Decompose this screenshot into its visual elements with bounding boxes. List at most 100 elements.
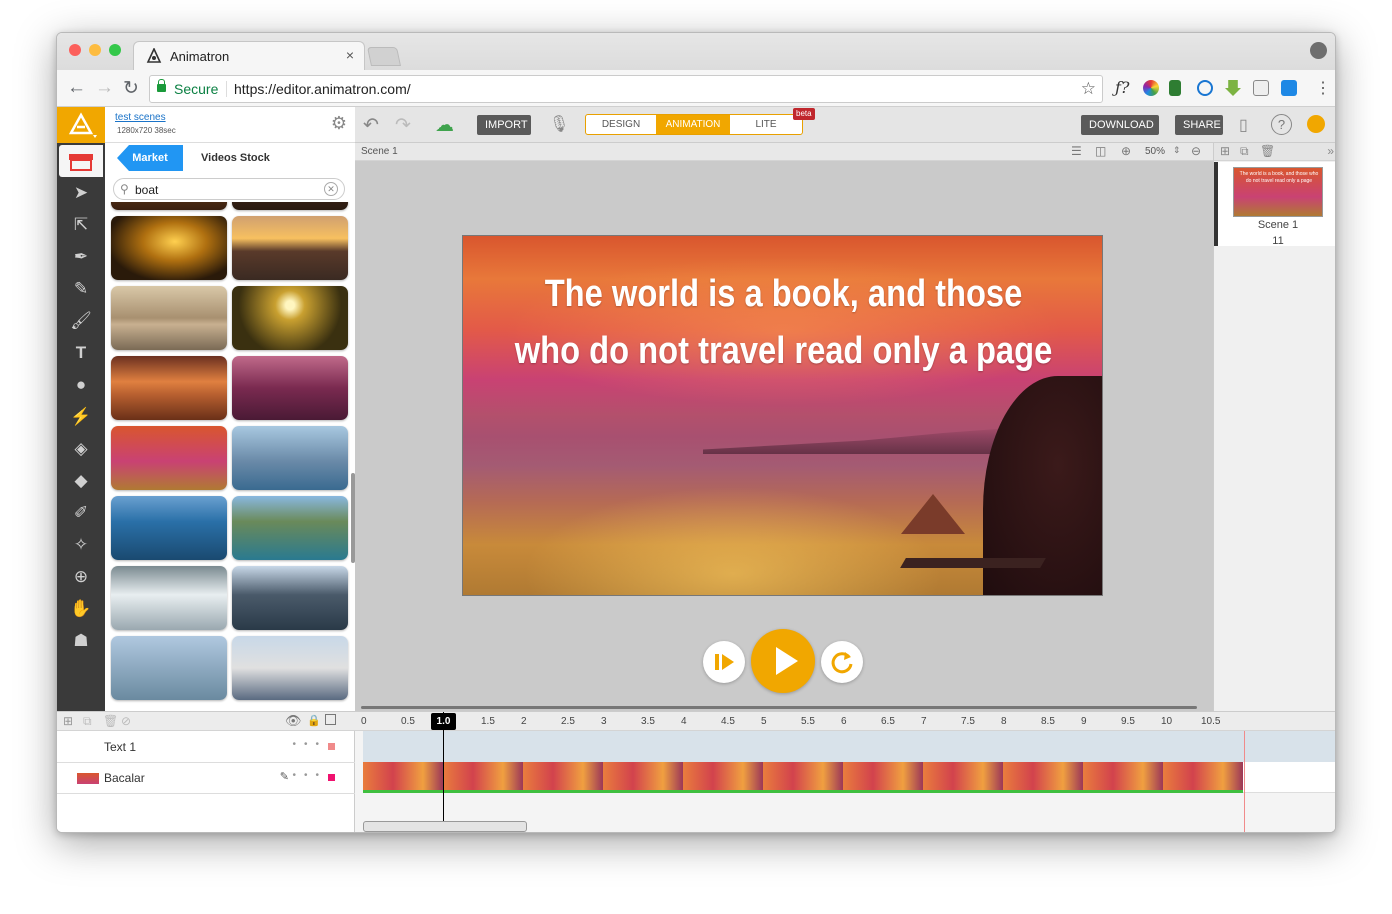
fx-extension-icon[interactable]: ƒ? [1115,78,1130,97]
library-thumb[interactable] [111,636,227,700]
layer-dots[interactable]: ••• [292,739,327,750]
pen-tool-icon[interactable]: ✒ [57,247,105,267]
import-button[interactable]: IMPORT [477,115,531,135]
eraser-tool-icon[interactable]: ◆ [57,471,105,491]
layer-color-swatch[interactable] [328,774,335,781]
library-search-input[interactable]: ⚲ boat ✕ [113,178,345,200]
scene-stage[interactable]: The world is a book, and those who do no… [462,235,1103,596]
effects-tool-icon[interactable]: ⚡ [57,407,105,427]
timeline-scrollbar[interactable] [363,821,527,832]
library-thumb[interactable] [232,566,348,630]
close-window-button[interactable] [69,44,81,56]
group-layer-icon[interactable]: ⧉ [83,714,92,729]
url-text[interactable]: https://editor.animatron.com/ [234,81,411,97]
hand-tool-icon[interactable]: ✋ [57,599,105,619]
library-thumb[interactable] [111,286,227,350]
step-play-button[interactable] [703,641,745,683]
library-thumb[interactable] [232,216,348,280]
tab-videos-stock[interactable]: Videos Stock [201,152,270,164]
layer-dots[interactable]: ••• [292,770,327,781]
library-thumb[interactable] [111,566,227,630]
library-thumb[interactable] [232,202,348,210]
breadcrumb-scene[interactable]: Scene 1 [361,146,398,157]
help-icon[interactable]: ? [1271,114,1292,135]
delete-layer-icon[interactable]: 🗑 [103,714,118,728]
bookmark-star-icon[interactable]: ☆ [1081,79,1096,99]
add-layer-icon[interactable]: ⊞ [63,714,73,728]
maximize-window-button[interactable] [109,44,121,56]
delete-scene-icon[interactable]: 🗑 [1260,144,1275,158]
direct-select-icon[interactable]: ⇱ [57,215,105,235]
time-ruler[interactable]: 0 0.5 1.5 2 2.5 3 3.5 4 4.5 5 5.5 6 6.5 7 7.5 8 8.5 9 9.5 1… [355,712,1335,731]
mode-animation-tab[interactable]: ANIMATION [656,115,730,134]
add-scene-icon[interactable]: ⊞ [1220,144,1230,158]
animatron-logo-button[interactable] [57,107,105,143]
layer-name[interactable]: Bacalar [104,771,145,785]
arrange-icon[interactable]: ◫ [1095,144,1106,158]
library-thumb[interactable] [232,286,348,350]
align-icon[interactable]: ☰ [1071,144,1082,158]
cloud-upload-icon[interactable]: ☁ [435,114,454,137]
mode-design-tab[interactable]: DESIGN [586,115,656,134]
library-thumb[interactable] [111,216,227,280]
panel-toggle-icon[interactable]: ▯ [1239,115,1248,135]
color-picker-extension-icon[interactable] [1143,80,1159,96]
address-bar[interactable]: Secure https://editor.animatron.com/ ☆ [149,75,1103,103]
zoom-stepper-icon[interactable]: ⇕ [1173,145,1181,156]
user-avatar[interactable] [1307,115,1325,133]
playhead-time[interactable]: 1.0 [431,713,456,730]
clear-search-icon[interactable]: ✕ [324,182,338,196]
visibility-eye-icon[interactable]: 👁 [285,713,302,729]
share-extension-icon[interactable] [1281,80,1297,96]
library-thumb[interactable] [232,426,348,490]
undo-icon[interactable]: ↶ [363,114,379,137]
share-button[interactable]: SHARE [1175,115,1223,135]
library-thumb[interactable] [111,356,227,420]
text-tool-icon[interactable]: T [57,343,105,363]
library-thumb[interactable] [111,202,227,210]
tab-market[interactable]: Market [117,145,183,171]
text-layer-track[interactable] [363,731,1335,762]
play-button[interactable] [751,629,815,693]
microphone-icon[interactable]: 🎙 [549,114,569,134]
scene-item[interactable]: The world is a book, and those who do no… [1214,162,1335,247]
outline-toggle-icon[interactable] [325,714,336,725]
collapse-panel-icon[interactable]: » [1327,144,1334,158]
screen-extension-icon[interactable] [1253,80,1269,96]
stage-scrollbar[interactable] [361,706,1197,709]
zoom-out-icon[interactable]: ⊖ [1191,144,1201,158]
library-thumb[interactable] [232,356,348,420]
evernote-extension-icon[interactable] [1169,80,1181,96]
lock-layers-icon[interactable]: 🔒 [307,714,321,727]
mask-layer-icon[interactable]: ⊘ [121,714,131,728]
quote-text[interactable]: The world is a book, and those who do no… [508,266,1059,380]
duplicate-scene-icon[interactable]: ⧉ [1240,144,1249,159]
layer-row[interactable]: Text 1 ••• [57,732,355,763]
replay-button[interactable] [821,641,863,683]
layer-name[interactable]: Text 1 [104,740,136,754]
tab-close-icon[interactable]: × [346,47,354,63]
library-thumb[interactable] [232,496,348,560]
library-thumb[interactable] [232,636,348,700]
reload-icon[interactable]: ↻ [123,77,139,100]
zoom-level[interactable]: 50% [1145,146,1165,157]
download-extension-icon[interactable] [1225,80,1241,96]
project-name-link[interactable]: test scenes [115,112,166,123]
search-value[interactable]: boat [135,183,158,197]
minimize-window-button[interactable] [89,44,101,56]
library-thumb[interactable] [111,426,227,490]
forward-icon[interactable]: → [95,77,114,99]
brush-tool-icon[interactable]: 🖌 [57,311,105,331]
menu-icon[interactable]: ⋮ [1315,78,1331,98]
market-tool-button[interactable] [59,145,103,177]
profile-icon[interactable] [1310,42,1327,59]
select-arrow-icon[interactable]: ➤ [57,183,105,203]
zoom-tool-icon[interactable]: ⊕ [57,567,105,587]
redo-icon[interactable]: ↷ [395,114,411,137]
browser-tab[interactable]: Animatron × [133,41,365,70]
new-tab-button[interactable] [366,47,402,66]
paint-bucket-icon[interactable]: ◈ [57,439,105,459]
shape-tool-icon[interactable]: ● [57,375,105,395]
playhead[interactable] [443,712,444,832]
eyedropper-tool-icon[interactable]: ✐ [57,503,105,523]
